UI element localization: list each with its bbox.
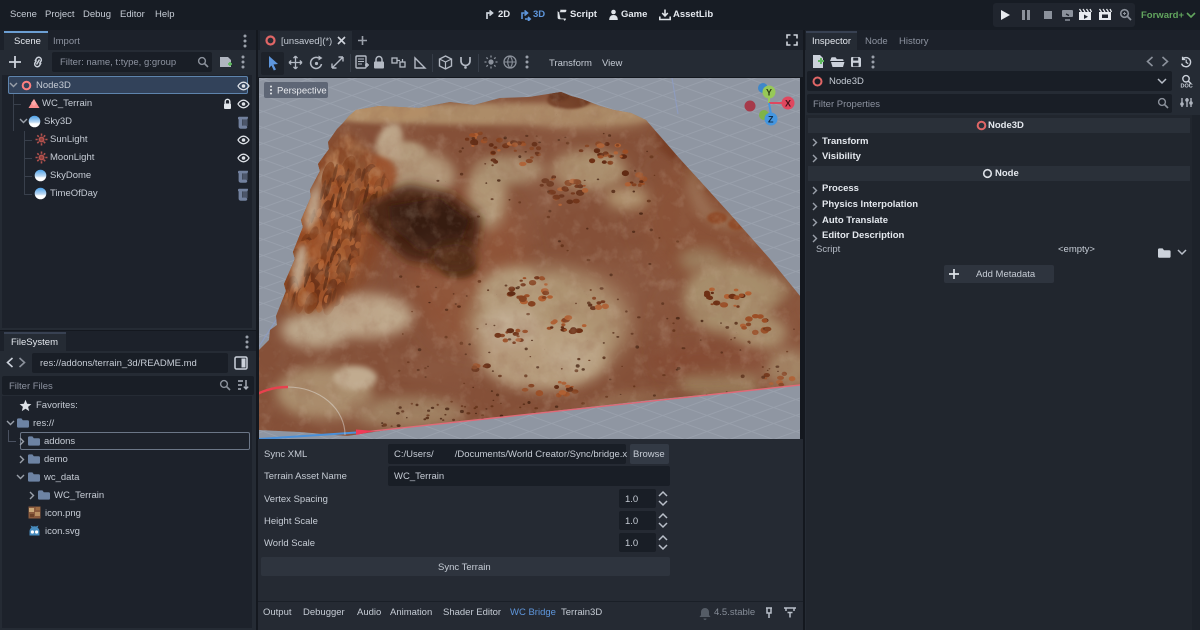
svg-text:X: X [785, 99, 791, 109]
svg-text:Z: Z [768, 115, 774, 125]
svg-text:Perspective: Perspective [277, 86, 327, 97]
svg-text:Y: Y [766, 88, 772, 98]
svg-text:DOC: DOC [1181, 84, 1193, 89]
